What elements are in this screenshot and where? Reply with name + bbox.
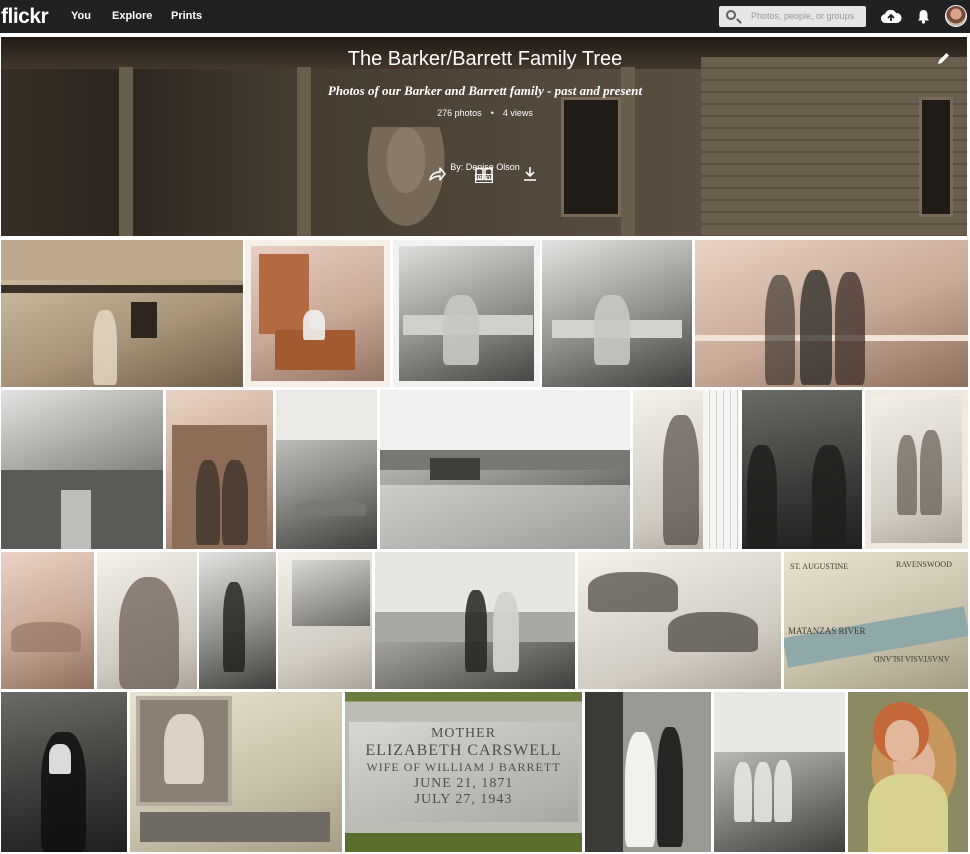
photo-outhouse[interactable] (166, 390, 273, 549)
photo-beach-chairs[interactable] (578, 552, 781, 689)
photo-woman-by-house[interactable] (633, 390, 739, 549)
photo-two-women-shore[interactable] (375, 552, 575, 689)
photo-office[interactable] (278, 552, 372, 689)
photo-man-woods[interactable] (199, 552, 276, 689)
photo-couple-soldier[interactable] (695, 240, 968, 387)
map-label-city: ST. AUGUSTINE (790, 562, 849, 571)
album-description: Photos of our Barker and Barrett family … (327, 83, 643, 98)
top-nav: flickr You Explore Prints Photos, people… (0, 0, 970, 33)
stone-line-3: WIFE OF WILLIAM J BARRETT (366, 760, 561, 774)
search-input[interactable]: Photos, people, or groups (751, 11, 854, 21)
upload-icon[interactable] (880, 8, 902, 25)
view-count: 4 views (502, 108, 533, 118)
search-icon[interactable] (726, 10, 736, 20)
nav-explore[interactable]: Explore (112, 10, 152, 22)
photo-desk[interactable] (245, 240, 390, 387)
notifications-icon[interactable] (917, 9, 930, 24)
photo-beach-sunbather[interactable] (276, 390, 377, 549)
photo-portrait-steamboat[interactable] (130, 692, 342, 852)
album-stats: 276 photos • 4 views (437, 108, 533, 118)
photo-woman-baby[interactable] (1, 692, 127, 852)
stone-line-2: ELIZABETH CARSWELL (365, 742, 562, 759)
edit-icon[interactable] (936, 51, 951, 66)
photo-two-women-snow[interactable] (865, 390, 968, 549)
photo-wedding[interactable] (585, 692, 711, 852)
photo-girls-lawn[interactable] (1, 552, 94, 689)
pro-badge: PRO (475, 174, 493, 183)
nav-you[interactable]: You (71, 10, 91, 22)
photo-country-road[interactable] (380, 390, 630, 549)
nav-prints[interactable]: Prints (171, 10, 202, 22)
photo-farmhouse[interactable] (1, 240, 243, 387)
photo-creek[interactable] (1, 390, 163, 549)
stone-line-4: JUNE 21, 1871 (413, 776, 514, 791)
album-title: The Barker/Barrett Family Tree (347, 48, 623, 70)
photo-painting-girl[interactable] (848, 692, 968, 852)
photo-park-bench-2[interactable] (542, 240, 692, 387)
map-label-river: MATANZAS RIVER (788, 626, 866, 636)
flickr-logo[interactable]: flickr (1, 5, 49, 29)
map-label-ravenswood: RAVENSWOOD (896, 560, 952, 569)
album-owner[interactable]: By: Denise Olson (0, 162, 970, 172)
photo-gravestone[interactable]: MOTHER ELIZABETH CARSWELL WIFE OF WILLIA… (345, 692, 582, 852)
user-avatar[interactable] (945, 5, 967, 27)
stone-line-1: MOTHER (430, 726, 497, 741)
stone-line-5: JULY 27, 1943 (414, 792, 513, 807)
photo-st-augustine-map[interactable]: ST. AUGUSTINE RAVENSWOOD MATANZAS RIVER … (784, 552, 968, 689)
photo-park-bench-1[interactable] (393, 240, 540, 387)
photo-woman-portrait[interactable] (97, 552, 197, 689)
photo-count: 276 photos (437, 108, 482, 118)
photo-two-men[interactable] (742, 390, 862, 549)
search-box[interactable]: Photos, people, or groups (719, 6, 866, 27)
map-label-island: ANASTASIA ISLAND (874, 654, 950, 663)
photo-children-yard[interactable] (714, 692, 845, 852)
